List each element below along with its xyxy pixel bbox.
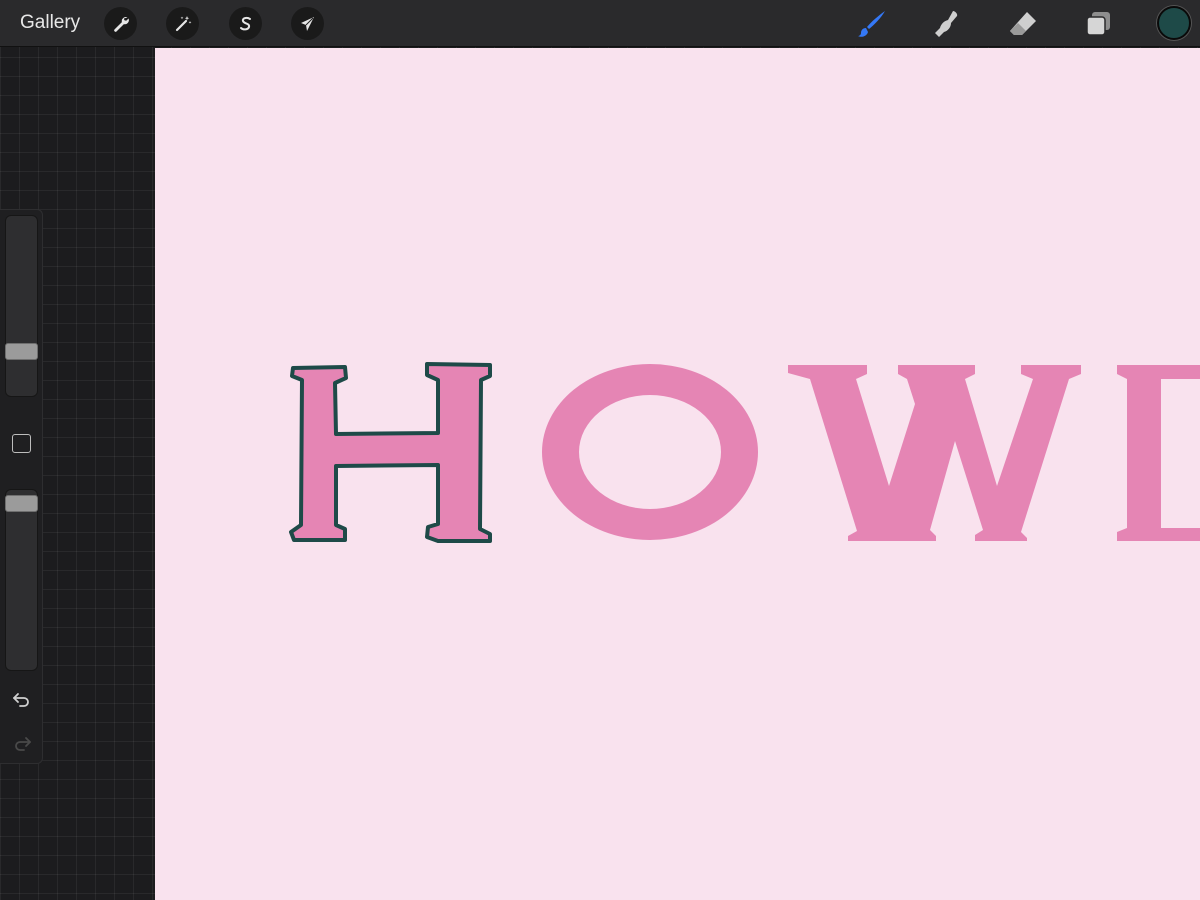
smudge-finger-icon[interactable] — [929, 6, 965, 42]
brush-opacity-thumb[interactable] — [5, 495, 38, 512]
gallery-button[interactable]: Gallery — [20, 12, 80, 34]
brush-size-slider[interactable] — [5, 215, 38, 397]
modify-button[interactable] — [12, 434, 31, 453]
magic-wand-icon[interactable] — [166, 7, 199, 40]
selection-s-icon[interactable] — [229, 7, 262, 40]
eraser-icon[interactable] — [1005, 6, 1041, 42]
top-toolbar: Gallery — [0, 0, 1200, 47]
left-sidebar — [0, 209, 43, 764]
layers-icon[interactable] — [1080, 6, 1116, 42]
wrench-icon[interactable] — [104, 7, 137, 40]
brush-opacity-slider[interactable] — [5, 489, 38, 671]
brush-icon[interactable] — [854, 6, 890, 42]
undo-arrow-icon[interactable] — [10, 687, 34, 711]
brush-size-thumb[interactable] — [5, 343, 38, 360]
canvas-artwork — [155, 48, 1200, 900]
arrow-cursor-icon[interactable] — [291, 7, 324, 40]
drawing-canvas[interactable] — [155, 48, 1200, 900]
color-picker-swatch[interactable] — [1157, 6, 1191, 40]
redo-arrow-icon[interactable] — [10, 731, 34, 755]
